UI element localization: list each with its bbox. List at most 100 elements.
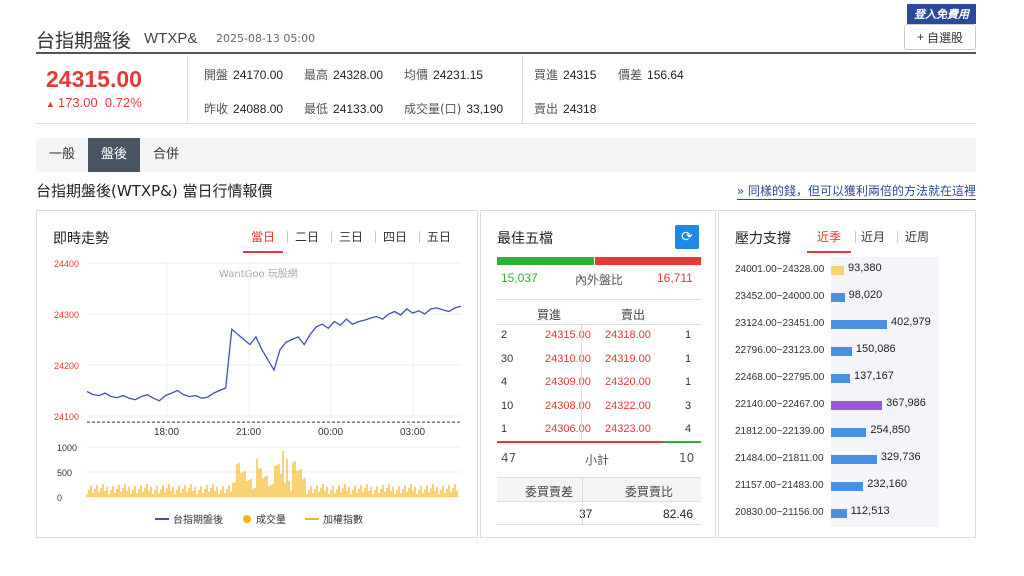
orderbook-row: 1 24306.00 24323.00 4 bbox=[497, 419, 701, 442]
legend-price: 台指期盤後 bbox=[173, 513, 223, 526]
pressure-row: 24001.00~24328.00 93,380 bbox=[719, 257, 977, 284]
outer-volume: 15,037 bbox=[501, 271, 538, 285]
pressure-bar bbox=[831, 509, 847, 518]
bid-qty: 10 bbox=[501, 399, 514, 412]
bid-price: 24306.00 bbox=[545, 423, 591, 435]
tab-regular[interactable]: 一般 bbox=[36, 138, 88, 172]
ask-price: 24318.00 bbox=[605, 329, 651, 341]
login-badge[interactable]: 登入免費用 bbox=[907, 4, 976, 24]
promo-link[interactable]: » 同樣的錢，但可以獲利兩倍的方法就在這裡 bbox=[736, 182, 976, 200]
quote-prev-close: 昨收 24088.00 bbox=[204, 102, 284, 116]
bid-price: 24315.00 bbox=[545, 329, 591, 341]
section-title: 台指期盤後(WTXP&) 當日行情報價 bbox=[36, 182, 273, 200]
pressure-range: 22468.00~22795.00 bbox=[735, 372, 825, 383]
pressure-bar bbox=[831, 293, 845, 302]
pressure-value: 137,167 bbox=[854, 370, 894, 382]
refresh-icon: ⟳ bbox=[681, 229, 693, 245]
spread-values: 37 82.46 bbox=[497, 501, 701, 525]
x-tick-label: 18:00 bbox=[154, 427, 179, 438]
price-change: ▲ 173.00 0.72% bbox=[46, 95, 187, 110]
ask-price: 24320.00 bbox=[605, 376, 651, 388]
pressure-range: 22796.00~23123.00 bbox=[735, 345, 825, 356]
plus-icon: + bbox=[916, 30, 924, 44]
price-series-line bbox=[86, 305, 462, 402]
total-sell: 10 bbox=[679, 451, 695, 465]
change-value: 173.00 bbox=[57, 95, 98, 110]
quote-high: 最高 24328.00 bbox=[304, 68, 384, 82]
pressure-value: 93,380 bbox=[847, 262, 882, 274]
pressure-range: 21812.00~22139.00 bbox=[735, 426, 825, 437]
vol-tick-label: 500 bbox=[57, 468, 72, 478]
pressure-tab-month[interactable]: 近月 bbox=[861, 228, 885, 245]
bid-qty: 4 bbox=[501, 376, 508, 388]
pressure-bar bbox=[831, 320, 887, 329]
quote-bid: 買進 24315 bbox=[534, 68, 597, 82]
buy-header: 買進 bbox=[537, 308, 562, 322]
price-box: 24315.00 ▲ 173.00 0.72% bbox=[36, 56, 188, 124]
ask-qty: 4 bbox=[685, 423, 692, 435]
pressure-value: 98,020 bbox=[848, 289, 883, 301]
pressure-tab-quarter[interactable]: 近季 bbox=[817, 228, 841, 245]
outer-volume-bar bbox=[497, 257, 594, 265]
orderbook-panel: 最佳五檔 ⟳ 15,037 內外盤比 16,711 買進 賣出 2 24315.0… bbox=[480, 210, 716, 538]
orderbook-row: 10 24308.00 24322.00 3 bbox=[497, 396, 701, 419]
x-tick-label: 21:00 bbox=[236, 427, 261, 438]
pressure-row: 21812.00~22139.00 254,850 bbox=[719, 419, 977, 446]
pressure-panel: 壓力支撐 近季 近月 近周 24001.00~24328.00 93,380 234… bbox=[718, 210, 976, 538]
ask-price: 24322.00 bbox=[605, 399, 651, 412]
bid-price: 24308.00 bbox=[545, 399, 591, 412]
trend-chart[interactable]: 24400 24300 24200 24100 WantGoo 玩股網 18:00 21:0… bbox=[37, 211, 479, 539]
pressure-value: 329,736 bbox=[880, 451, 921, 463]
pressure-range: 21484.00~21811.00 bbox=[735, 453, 824, 464]
quote-low: 最低 24133.00 bbox=[304, 102, 384, 116]
bid-qty: 30 bbox=[501, 352, 514, 365]
quote-panel: 24315.00 ▲ 173.00 0.72% 開盤 24170.00 最高 2432… bbox=[36, 56, 976, 124]
ratio2-value: 82.46 bbox=[663, 507, 694, 521]
ask-qty: 1 bbox=[685, 376, 692, 388]
quote-open: 開盤 24170.00 bbox=[204, 68, 284, 82]
legend-index: 加權指數 bbox=[323, 513, 363, 526]
last-price: 24315.00 bbox=[46, 66, 142, 92]
tab-after-hours[interactable]: 盤後 bbox=[88, 138, 140, 172]
y-tick-label: 24400 bbox=[54, 259, 79, 269]
quote-datetime: 2025-08-13 05:00 bbox=[216, 32, 316, 45]
pressure-row: 23124.00~23451.00 402,979 bbox=[719, 311, 977, 338]
y-tick-label: 24300 bbox=[54, 310, 79, 320]
up-triangle-icon: ▲ bbox=[46, 99, 55, 109]
pressure-bar bbox=[831, 266, 844, 275]
tab-combined[interactable]: 合併 bbox=[140, 138, 192, 172]
pressure-bar bbox=[831, 428, 867, 437]
total-label: 小計 bbox=[585, 453, 610, 467]
pressure-range: 23452.00~24000.00 bbox=[735, 291, 825, 302]
quote-avg: 均價 24231.15 bbox=[404, 68, 484, 82]
spread-header: 委買賣差 委買賣比 bbox=[497, 477, 701, 501]
orderbook-header: 買進 賣出 bbox=[497, 299, 701, 325]
bid-price: 24309.00 bbox=[545, 376, 591, 388]
pressure-tab-week[interactable]: 近周 bbox=[905, 228, 929, 245]
tab-divider bbox=[855, 231, 856, 243]
orderbook-divider bbox=[581, 325, 582, 441]
pressure-row: 21157.00~21483.00 232,160 bbox=[719, 473, 977, 500]
quote-spread: 價差 156.64 bbox=[618, 68, 684, 82]
pressure-range: 20830.00~21156.00 bbox=[735, 507, 824, 518]
bid-qty: 1 bbox=[501, 423, 508, 435]
pressure-value: 254,850 bbox=[870, 424, 911, 436]
add-watchlist-button[interactable]: + 自選股 bbox=[904, 24, 976, 50]
pressure-bar bbox=[831, 455, 877, 464]
pressure-value: 402,979 bbox=[891, 316, 931, 328]
pressure-row: 20830.00~21156.00 112,513 bbox=[719, 500, 977, 527]
symbol-code: WTXP& bbox=[144, 30, 198, 47]
pressure-tab-underline bbox=[807, 251, 851, 253]
watermark: WantGoo 玩股網 bbox=[219, 267, 298, 280]
refresh-button[interactable]: ⟳ bbox=[675, 225, 699, 249]
pressure-title: 壓力支撐 bbox=[735, 231, 791, 247]
spread-value: 37 bbox=[579, 507, 593, 521]
legend-volume-dot bbox=[243, 515, 251, 523]
orderbook-row: 30 24310.00 24319.00 1 bbox=[497, 349, 701, 372]
inner-volume: 16,711 bbox=[657, 271, 693, 285]
ratio-label: 內外盤比 bbox=[575, 273, 624, 287]
page-header: 台指期盤後 WTXP& 2025-08-13 05:00 登入免費用 + 自選股 bbox=[36, 4, 976, 54]
ask-line bbox=[663, 441, 701, 443]
inner-volume-bar bbox=[594, 257, 701, 265]
ask-qty: 1 bbox=[685, 352, 692, 365]
